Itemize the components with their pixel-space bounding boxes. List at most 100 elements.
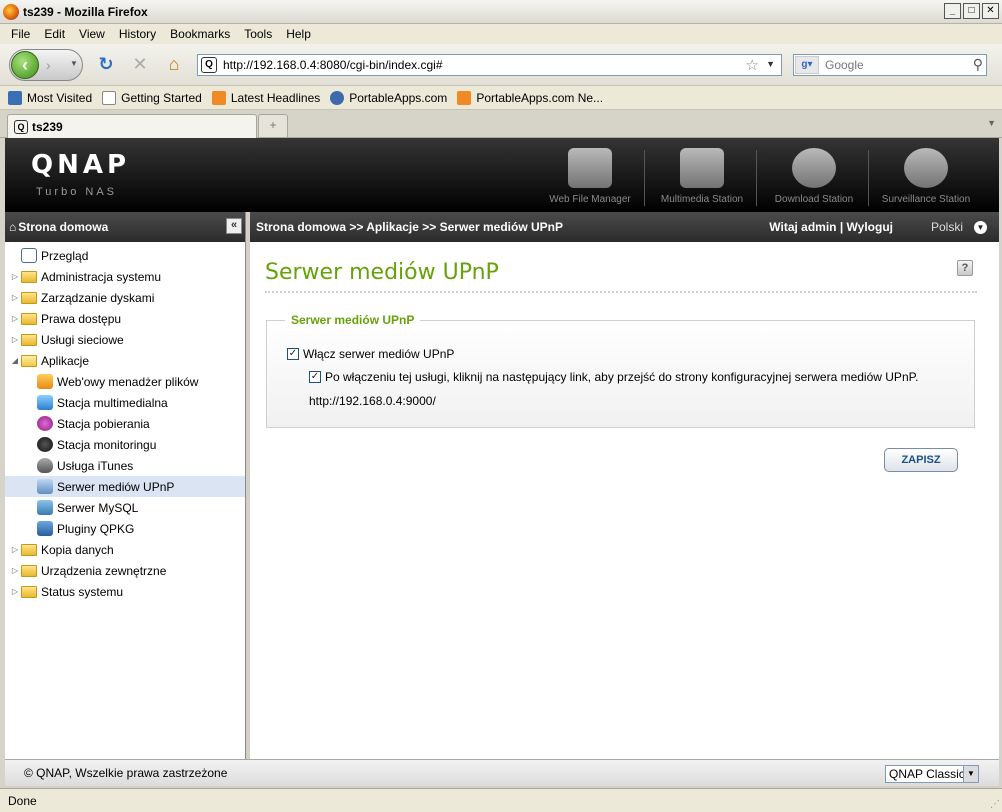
expand-arrow-icon[interactable]: ▷: [9, 335, 21, 344]
enable-upnp-checkbox[interactable]: ✓: [287, 348, 299, 360]
sidebar-item-applications[interactable]: ◢ Aplikacje: [5, 350, 245, 371]
search-engine-icon[interactable]: g▾: [795, 55, 819, 74]
sidebar-item-surveillance-station[interactable]: Stacja monitoringu: [5, 434, 245, 455]
chevron-down-icon[interactable]: ▼: [974, 221, 987, 234]
reload-icon[interactable]: ↻: [95, 54, 117, 76]
help-icon[interactable]: ?: [957, 260, 973, 276]
sidebar-item-multimedia-station[interactable]: Stacja multimedialna: [5, 392, 245, 413]
upnp-settings-section: Serwer mediów UPnP ✓ Włącz serwer mediów…: [266, 313, 975, 428]
search-icon[interactable]: ⚲: [973, 56, 983, 73]
collapse-sidebar-button[interactable]: «: [226, 218, 242, 234]
expand-arrow-icon[interactable]: ▷: [9, 545, 21, 554]
enable-upnp-row: ✓ Włącz serwer mediów UPnP: [287, 347, 454, 361]
upnp-config-link[interactable]: http://192.168.0.4:9000/: [309, 394, 436, 408]
download-station-link[interactable]: Download Station: [758, 144, 870, 210]
close-button[interactable]: ✕: [982, 3, 999, 19]
site-favicon-icon: Q: [201, 56, 217, 73]
menu-view[interactable]: View: [72, 27, 112, 41]
bookmark-portableapps-news[interactable]: PortableApps.com Ne...: [457, 90, 603, 105]
resize-grip-icon[interactable]: ⋰: [990, 799, 1000, 810]
new-tab-button[interactable]: +: [258, 114, 288, 137]
bookmarks-bar: Most Visited Getting Started Latest Head…: [0, 86, 1002, 110]
theme-select[interactable]: QNAP Classic ▼: [885, 765, 979, 783]
language-selector[interactable]: Polski: [931, 220, 963, 234]
forward-arrow-icon[interactable]: ›: [46, 57, 51, 73]
sidebar-item-qpkg-plugins[interactable]: Pluginy QPKG: [5, 518, 245, 539]
folder-icon: [21, 543, 37, 556]
expand-arrow-icon[interactable]: ▷: [9, 566, 21, 575]
sidebar-item-access-rights[interactable]: ▷ Prawa dostępu: [5, 308, 245, 329]
surveillance-station-link[interactable]: Surveillance Station: [870, 144, 982, 210]
separator: [756, 150, 757, 206]
bookmark-getting-started[interactable]: Getting Started: [102, 90, 202, 105]
upnp-info-label: Po włączeniu tej usługi, kliknij na nast…: [325, 370, 919, 384]
bookmark-star-icon[interactable]: ☆: [746, 56, 759, 74]
home-icon[interactable]: ⌂: [163, 54, 185, 76]
sidebar-item-overview[interactable]: Przegląd: [5, 245, 245, 266]
sidebar-item-web-file-manager[interactable]: Web'owy menadżer plików: [5, 371, 245, 392]
web-file-manager-icon: [37, 374, 53, 389]
collapse-arrow-icon[interactable]: ◢: [9, 356, 21, 365]
expand-arrow-icon[interactable]: ▷: [9, 587, 21, 596]
menu-edit[interactable]: Edit: [37, 27, 72, 41]
bookmark-portableapps[interactable]: PortableApps.com: [330, 90, 447, 105]
search-placeholder[interactable]: Google: [825, 58, 864, 72]
expand-arrow-icon[interactable]: ▷: [9, 293, 21, 302]
sidebar-item-backup[interactable]: ▷ Kopia danych: [5, 539, 245, 560]
menu-history[interactable]: History: [112, 27, 163, 41]
sidebar-item-mysql-server[interactable]: Serwer MySQL: [5, 497, 245, 518]
sidebar-item-system-status[interactable]: ▷ Status systemu: [5, 581, 245, 602]
history-dropdown-icon[interactable]: ▼: [70, 59, 78, 68]
multimedia-station-link[interactable]: Multimedia Station: [646, 144, 758, 210]
save-button[interactable]: ZAPISZ: [884, 448, 958, 472]
sidebar-item-system-admin[interactable]: ▷ Administracja systemu: [5, 266, 245, 287]
navigation-tree: Przegląd ▷ Administracja systemu ▷ Zarządz…: [5, 242, 245, 602]
url-dropdown-icon[interactable]: ▼: [766, 59, 775, 69]
upnp-info-row: ✓ Po włączeniu tej usługi, kliknij na na…: [309, 370, 918, 384]
download-station-icon: [792, 148, 836, 188]
sidebar-item-network-services[interactable]: ▷ Usługi sieciowe: [5, 329, 245, 350]
search-box[interactable]: g▾ Google ⚲: [793, 53, 987, 76]
folder-icon: [21, 564, 37, 577]
bookmark-most-visited[interactable]: Most Visited: [8, 90, 92, 105]
back-arrow-icon[interactable]: ‹: [11, 50, 39, 79]
window-title: ts239 - Mozilla Firefox: [23, 4, 148, 19]
menu-help[interactable]: Help: [279, 27, 318, 41]
web-file-manager-link[interactable]: Web File Manager: [534, 144, 646, 210]
url-text[interactable]: http://192.168.0.4:8080/cgi-bin/index.cg…: [223, 58, 443, 72]
maximize-button[interactable]: □: [963, 3, 980, 19]
minimize-button[interactable]: _: [944, 3, 961, 19]
tab-ts239[interactable]: Q ts239: [7, 114, 257, 138]
sidebar: ⌂ Strona domowa « Przegląd ▷ Administracj…: [5, 212, 246, 759]
menu-tools[interactable]: Tools: [237, 27, 279, 41]
tab-strip: Q ts239 + ▼: [0, 110, 1002, 138]
sidebar-item-external-devices[interactable]: ▷ Urządzenia zewnętrzne: [5, 560, 245, 581]
menu-file[interactable]: File: [4, 27, 37, 41]
sidebar-header: ⌂ Strona domowa «: [5, 212, 245, 242]
folder-icon: [21, 585, 37, 598]
copyright-text: © QNAP, Wszelkie prawa zastrzeżone: [24, 766, 228, 780]
home-icon: ⌂: [9, 220, 17, 234]
sidebar-item-disk-management[interactable]: ▷ Zarządzanie dyskami: [5, 287, 245, 308]
chevron-down-icon[interactable]: ▼: [963, 766, 978, 782]
logout-link[interactable]: Wyloguj: [847, 220, 893, 234]
user-welcome: Witaj admin | Wyloguj: [769, 220, 893, 234]
url-bar[interactable]: Q http://192.168.0.4:8080/cgi-bin/index.…: [197, 53, 782, 76]
section-title: Serwer mediów UPnP: [285, 313, 421, 327]
upnp-info-checkbox[interactable]: ✓: [309, 371, 321, 383]
most-visited-icon: [8, 90, 22, 105]
tab-list-icon[interactable]: ▼: [987, 118, 996, 128]
navigation-toolbar: ‹ › ▼ ↻ ✕ ⌂ Q http://192.168.0.4:8080/cg…: [0, 44, 1002, 86]
stop-icon[interactable]: ✕: [129, 54, 151, 76]
overview-icon: [21, 248, 37, 263]
breadcrumb-bar: Strona domowa >> Aplikacje >> Serwer med…: [250, 212, 999, 242]
expand-arrow-icon[interactable]: ▷: [9, 314, 21, 323]
sidebar-item-download-station[interactable]: Stacja pobierania: [5, 413, 245, 434]
bookmark-latest-headlines[interactable]: Latest Headlines: [211, 90, 320, 105]
folder-icon: [21, 270, 37, 283]
expand-arrow-icon[interactable]: ▷: [9, 272, 21, 281]
qpkg-icon: [37, 521, 53, 536]
menu-bookmarks[interactable]: Bookmarks: [163, 27, 237, 41]
sidebar-item-itunes[interactable]: Usługa iTunes: [5, 455, 245, 476]
sidebar-item-upnp-media-server[interactable]: Serwer mediów UPnP: [5, 476, 245, 497]
